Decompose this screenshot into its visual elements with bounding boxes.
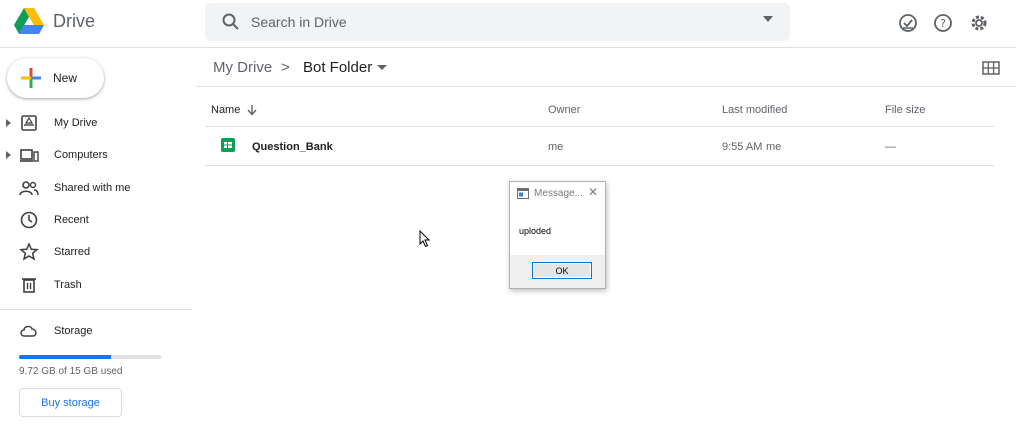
sidebar-item-trash[interactable]: Trash [0, 271, 190, 301]
storage-label: Storage [54, 325, 93, 337]
file-modified-time: 9:55 AM [722, 141, 763, 153]
sidebar-item-computers[interactable]: Computers [0, 141, 190, 171]
close-icon[interactable]: ✕ [588, 185, 598, 199]
file-name[interactable]: Question_Bank [252, 141, 333, 153]
storage-used-text: 9.72 GB of 15 GB used [19, 366, 123, 377]
shared-icon [19, 181, 39, 196]
cloud-icon [20, 325, 37, 337]
header-divider [205, 126, 994, 127]
sidebar-item-my-drive[interactable]: My Drive [0, 109, 190, 139]
app-name[interactable]: Drive [53, 11, 95, 32]
buy-storage-button[interactable]: Buy storage [19, 388, 122, 417]
grid-view-icon[interactable] [982, 61, 1000, 75]
sidebar-item-shared-with-me[interactable]: Shared with me [0, 174, 190, 204]
breadcrumb-my-drive[interactable]: My Drive [213, 59, 272, 76]
computers-icon [20, 149, 39, 162]
expand-arrow-icon[interactable] [6, 151, 11, 159]
file-owner: me [548, 141, 564, 153]
new-button-label: New [53, 71, 78, 85]
dialog-footer: OK [510, 255, 605, 288]
plus-icon [21, 68, 41, 88]
folder-menu-caret-icon[interactable] [377, 65, 387, 71]
sort-down-arrow-icon[interactable] [247, 104, 257, 116]
sidebar-item-label: Computers [54, 149, 108, 161]
ok-button[interactable]: OK [532, 262, 592, 279]
top-bar: Drive ? [0, 0, 1016, 48]
google-sheets-icon [221, 138, 235, 152]
sidebar-item-label: My Drive [54, 117, 98, 129]
sidebar-item-label: Recent [54, 214, 89, 226]
sidebar-item-storage[interactable]: Storage [0, 317, 190, 347]
new-button[interactable]: New [7, 58, 104, 98]
sidebar-item-label: Trash [54, 279, 82, 291]
svg-text:?: ? [940, 17, 946, 30]
column-header-file-size[interactable]: File size [885, 104, 925, 116]
offline-ready-icon[interactable] [897, 12, 919, 34]
column-header-owner[interactable]: Owner [548, 104, 580, 116]
toolbar-divider [196, 86, 1016, 87]
breadcrumb-separator: > [281, 59, 290, 76]
sidebar-item-label: Starred [54, 246, 91, 258]
search-icon[interactable] [221, 12, 241, 32]
sidebar-item-starred[interactable]: Starred [0, 238, 190, 268]
dialog-title: Message... [534, 188, 583, 199]
clock-icon [20, 211, 38, 229]
settings-gear-icon[interactable] [968, 12, 990, 34]
help-icon[interactable]: ? [932, 12, 954, 34]
expand-arrow-icon[interactable] [6, 119, 11, 127]
column-header-name[interactable]: Name [211, 104, 240, 116]
search-bar[interactable] [205, 3, 790, 41]
file-modified-by: me [766, 141, 782, 153]
sidebar-divider [0, 309, 192, 310]
column-header-last-modified[interactable]: Last modified [722, 104, 787, 116]
message-dialog: Message... ✕ uploded OK [509, 181, 606, 289]
drive-logo-icon[interactable] [14, 7, 44, 35]
sidebar-item-label: Shared with me [54, 182, 131, 194]
row-divider [205, 165, 994, 166]
search-options-icon[interactable] [763, 16, 773, 22]
storage-progress-bar [19, 355, 161, 359]
file-size: — [885, 141, 896, 153]
mouse-cursor-icon [419, 230, 431, 248]
my-drive-icon [21, 115, 37, 131]
star-icon [19, 242, 39, 261]
sidebar-item-recent[interactable]: Recent [0, 206, 190, 236]
search-input[interactable] [251, 12, 731, 32]
dialog-message: uploded [519, 226, 552, 236]
trash-icon [22, 278, 36, 293]
storage-progress-fill [19, 355, 112, 359]
breadcrumb-current-folder[interactable]: Bot Folder [303, 59, 372, 76]
window-app-icon [517, 188, 529, 199]
